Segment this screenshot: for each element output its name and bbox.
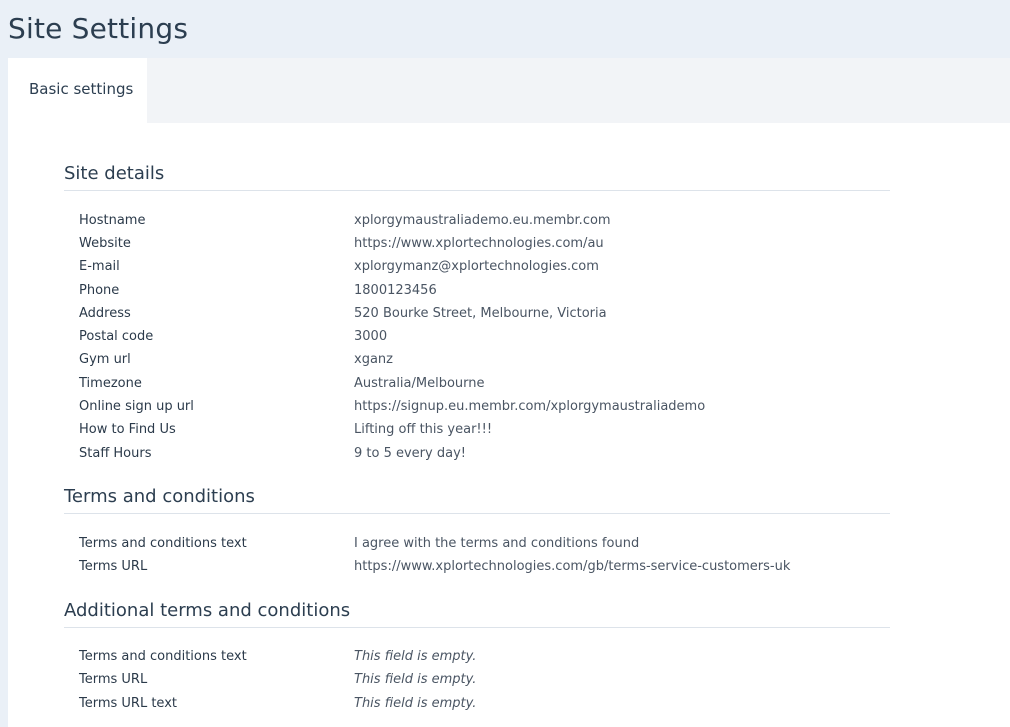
row-label: Terms and conditions text: [79, 536, 247, 551]
row-label: How to Find Us: [79, 422, 176, 437]
page-title: Site Settings: [8, 12, 189, 45]
row-label: Phone: [79, 283, 120, 298]
row-label: Hostname: [79, 213, 146, 228]
row-label: Terms URL text: [79, 696, 177, 711]
row-label: E-mail: [79, 259, 120, 274]
row-value: 520 Bourke Street, Melbourne, Victoria: [354, 306, 607, 321]
row-value: I agree with the terms and conditions fo…: [354, 536, 640, 551]
row-label: Timezone: [79, 376, 142, 391]
row-label: Website: [79, 236, 131, 251]
row-value: xganz: [354, 352, 393, 367]
row-label: Staff Hours: [79, 446, 152, 461]
row-value: xplorgymanz@xplortechnologies.com: [354, 259, 599, 274]
row-value: xplorgymaustraliademo.eu.membr.com: [354, 213, 611, 228]
settings-panel: Site details Hostname xplorgymaustraliad…: [8, 123, 1010, 727]
tab-basic-settings[interactable]: Basic settings: [8, 58, 147, 123]
row-label: Online sign up url: [79, 399, 194, 414]
row-value: https://www.xplortechnologies.com/au: [354, 236, 604, 251]
row-value: https://signup.eu.membr.com/xplorgymaust…: [354, 399, 706, 414]
row-label: Terms and conditions text: [79, 649, 247, 664]
row-value-empty: This field is empty.: [354, 672, 477, 687]
tab-bar: Basic settings: [8, 58, 1010, 123]
section-title-site-details: Site details: [64, 163, 890, 191]
row-label: Gym url: [79, 352, 131, 367]
row-label: Terms URL: [79, 559, 148, 574]
section-title-terms: Terms and conditions: [64, 486, 890, 514]
row-value: 9 to 5 every day!: [354, 446, 466, 461]
row-value: 1800123456: [354, 283, 437, 298]
row-value: https://www.xplortechnologies.com/gb/ter…: [354, 559, 791, 574]
row-label: Address: [79, 306, 131, 321]
row-label: Terms URL: [79, 672, 148, 687]
row-value-empty: This field is empty.: [354, 649, 477, 664]
row-label: Postal code: [79, 329, 154, 344]
row-value: 3000: [354, 329, 388, 344]
row-value-empty: This field is empty.: [354, 696, 477, 711]
row-value: Lifting off this year!!!: [354, 422, 493, 437]
section-title-additional-terms: Additional terms and conditions: [64, 600, 890, 628]
row-value: Australia/Melbourne: [354, 376, 485, 391]
